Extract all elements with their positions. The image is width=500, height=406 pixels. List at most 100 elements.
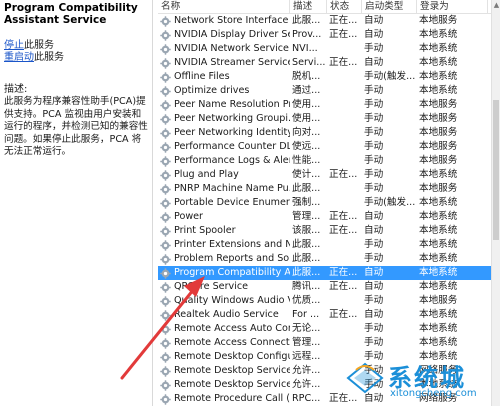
service-name-cell: NVIDIA Network Service [158,42,290,56]
service-name-cell: Remote Desktop Configu... [158,350,290,364]
service-description-cell: 管理... [292,337,321,348]
table-row[interactable]: QPCore Service 腾讯... 正在... 自动 本地系统 [158,280,500,294]
service-name-cell: Peer Name Resolution Pr... [158,98,290,112]
scrollbar-thumb[interactable] [493,100,499,240]
table-row[interactable]: Network Store Interface ... 此服... 正在... 自动 本… [158,14,500,28]
service-startup-type-cell: 手动(触发... [364,71,416,82]
table-row-selected[interactable]: Program Compatibility A... 此服... 正在... 自动 本地… [158,266,500,280]
service-status-cell [327,112,362,126]
service-status-cell: 正在... [329,15,358,26]
service-status-cell: 正在... [329,309,358,320]
column-header-log-on-as[interactable]: 登录为 [417,0,488,14]
service-log-on-as-cell: 本地系统 [419,281,458,292]
stop-service-link[interactable]: 停止 [4,40,24,51]
column-header-description[interactable]: 描述 [290,0,327,14]
service-startup-type-cell: 手动 [364,239,384,250]
gear-icon [160,57,174,69]
service-name-cell: Performance Logs & Aler... [158,154,290,168]
service-name-text: Remote Desktop Configu... [174,351,290,362]
service-name-cell: Optimize drives [158,84,290,98]
service-name-text: Remote Access Connecti... [174,337,290,348]
table-row[interactable]: Quality Windows Audio V... 优质... 手动 本地服务 [158,294,500,308]
service-name-cell: Remote Access Connecti... [158,336,290,350]
table-row[interactable]: Plug and Play 使计... 正在... 手动 本地系统 [158,168,500,182]
service-startup-type-cell: 手动 [364,113,384,124]
service-description-cell: 远程... [292,351,321,362]
gear-icon [160,127,174,139]
table-row[interactable]: Performance Logs & Aler... 性能... 手动 本地服务 [158,154,500,168]
service-startup-type-cell: 自动 [364,281,384,292]
table-row[interactable]: PNRP Machine Name Pu... 此服... 手动 本地服务 [158,182,500,196]
service-description-cell: 强制... [292,197,321,208]
column-header-status[interactable]: 状态 [327,0,362,14]
restart-service-link[interactable]: 重启动 [4,52,34,63]
service-description-cell: Servi... [292,57,326,68]
service-description-cell: 此服... [292,267,321,278]
service-description-cell: 腾讯... [292,281,321,292]
service-status-cell [327,154,362,168]
service-startup-type-cell: 手动 [364,141,384,152]
table-row[interactable]: Performance Counter DL... 使远... 手动 本地服务 [158,140,500,154]
table-row[interactable]: Realtek Audio Service For ... 正在... 自动 本地系统 [158,308,500,322]
service-startup-type-cell: 手动 [364,127,384,138]
service-title: Program Compatibility Assistant Service [4,2,138,26]
service-log-on-as-cell: 本地服务 [419,15,458,26]
service-name-text: Printer Extensions and N... [174,239,290,250]
table-row[interactable]: Problem Reports and Sol... 此服... 手动 本地系统 [158,252,500,266]
service-log-on-as-cell: 本地服务 [419,127,458,138]
table-row[interactable]: Portable Device Enumera...强制... 手动(触发...本… [158,196,500,210]
gear-icon [160,141,174,153]
table-row[interactable]: NVIDIA Streamer Service Servi... 正在... 自动 本地… [158,56,500,70]
service-startup-type-cell: 手动 [364,253,384,264]
service-description-cell: NVI... [292,43,318,54]
service-status-cell: 正在... [329,211,358,222]
vertical-scrollbar[interactable]: ▲ [491,0,500,406]
table-row[interactable]: Peer Name Resolution Pr... 使用... 手动 本地服务 [158,98,500,112]
service-log-on-as-cell: 本地服务 [419,183,458,194]
service-name-text: QPCore Service [174,281,249,292]
table-row[interactable]: NVIDIA Network Service NVI... 手动 本地系统 [158,42,500,56]
table-row[interactable]: NVIDIA Display Driver Se... Prov... 正在... 自… [158,28,500,42]
service-name-cell: QPCore Service [158,280,290,294]
table-row[interactable]: Printer Extensions and N... 此服... 手动 本地系统 [158,238,500,252]
service-startup-type-cell: 自动 [364,225,384,236]
description-text: 此服务为程序兼容性助手(PCA)提供支持。PCA 监视由用户安装和运行的程序，并… [4,96,148,157]
service-description-cell: 脱机... [292,71,321,82]
table-row[interactable]: Peer Networking Groupi... 使用... 手动 本地服务 [158,112,500,126]
service-name-cell: Quality Windows Audio V... [158,294,290,308]
table-row[interactable]: Remote Access Auto Con...无论... 手动 本地系统 [158,322,500,336]
service-name-text: Problem Reports and Sol... [174,253,290,264]
service-name-text: Plug and Play [174,169,239,180]
service-description-cell: 通过... [292,85,321,96]
column-header-startup-type[interactable]: 启动类型 [362,0,417,14]
service-log-on-as-cell: 本地系统 [419,323,458,334]
service-name-text: NVIDIA Display Driver Se... [174,29,290,40]
service-name-text: Performance Logs & Aler... [174,155,290,166]
scroll-up-arrow-icon[interactable]: ▲ [492,0,500,10]
service-name-text: Optimize drives [174,85,250,96]
gear-icon [160,155,174,167]
service-startup-type-cell: 手动 [364,43,384,54]
service-description-cell: 使远... [292,141,321,152]
service-description-cell: 允许... [292,365,321,376]
service-log-on-as-cell: 本地服务 [419,113,458,124]
watermark-url: xitongcheng.com [390,388,477,399]
table-row[interactable]: Offline Files 脱机... 手动(触发... 本地系统 [158,70,500,84]
service-log-on-as-cell: 本地系统 [419,253,458,264]
service-log-on-as-cell: 本地系统 [419,267,458,278]
service-log-on-as-cell: 本地服务 [419,155,458,166]
table-body: Network Store Interface ... 此服... 正在... 自动本… [158,14,500,406]
table-row[interactable]: Print Spooler 该服... 正在... 自动 本地系统 [158,224,500,238]
service-name-cell: Peer Networking Groupi... [158,112,290,126]
service-name-cell: NVIDIA Streamer Service [158,56,290,70]
service-name-cell: Network Store Interface ... [158,14,290,28]
service-name-text: Remote Desktop Services [174,365,290,376]
table-row[interactable]: Remote Access Connecti... 管理... 手动 本地系统 [158,336,500,350]
table-row[interactable]: Optimize drives 通过... 手动 本地系统 [158,84,500,98]
service-name-cell: Realtek Audio Service [158,308,290,322]
service-name-cell: Plug and Play [158,168,290,182]
table-row[interactable]: Power 管理... 正在... 自动 本地系统 [158,210,500,224]
column-header-name[interactable]: 名称 [158,0,290,14]
gear-icon [160,295,174,307]
table-row[interactable]: Peer Networking Identity... 向对... 手动 本地服务 [158,126,500,140]
